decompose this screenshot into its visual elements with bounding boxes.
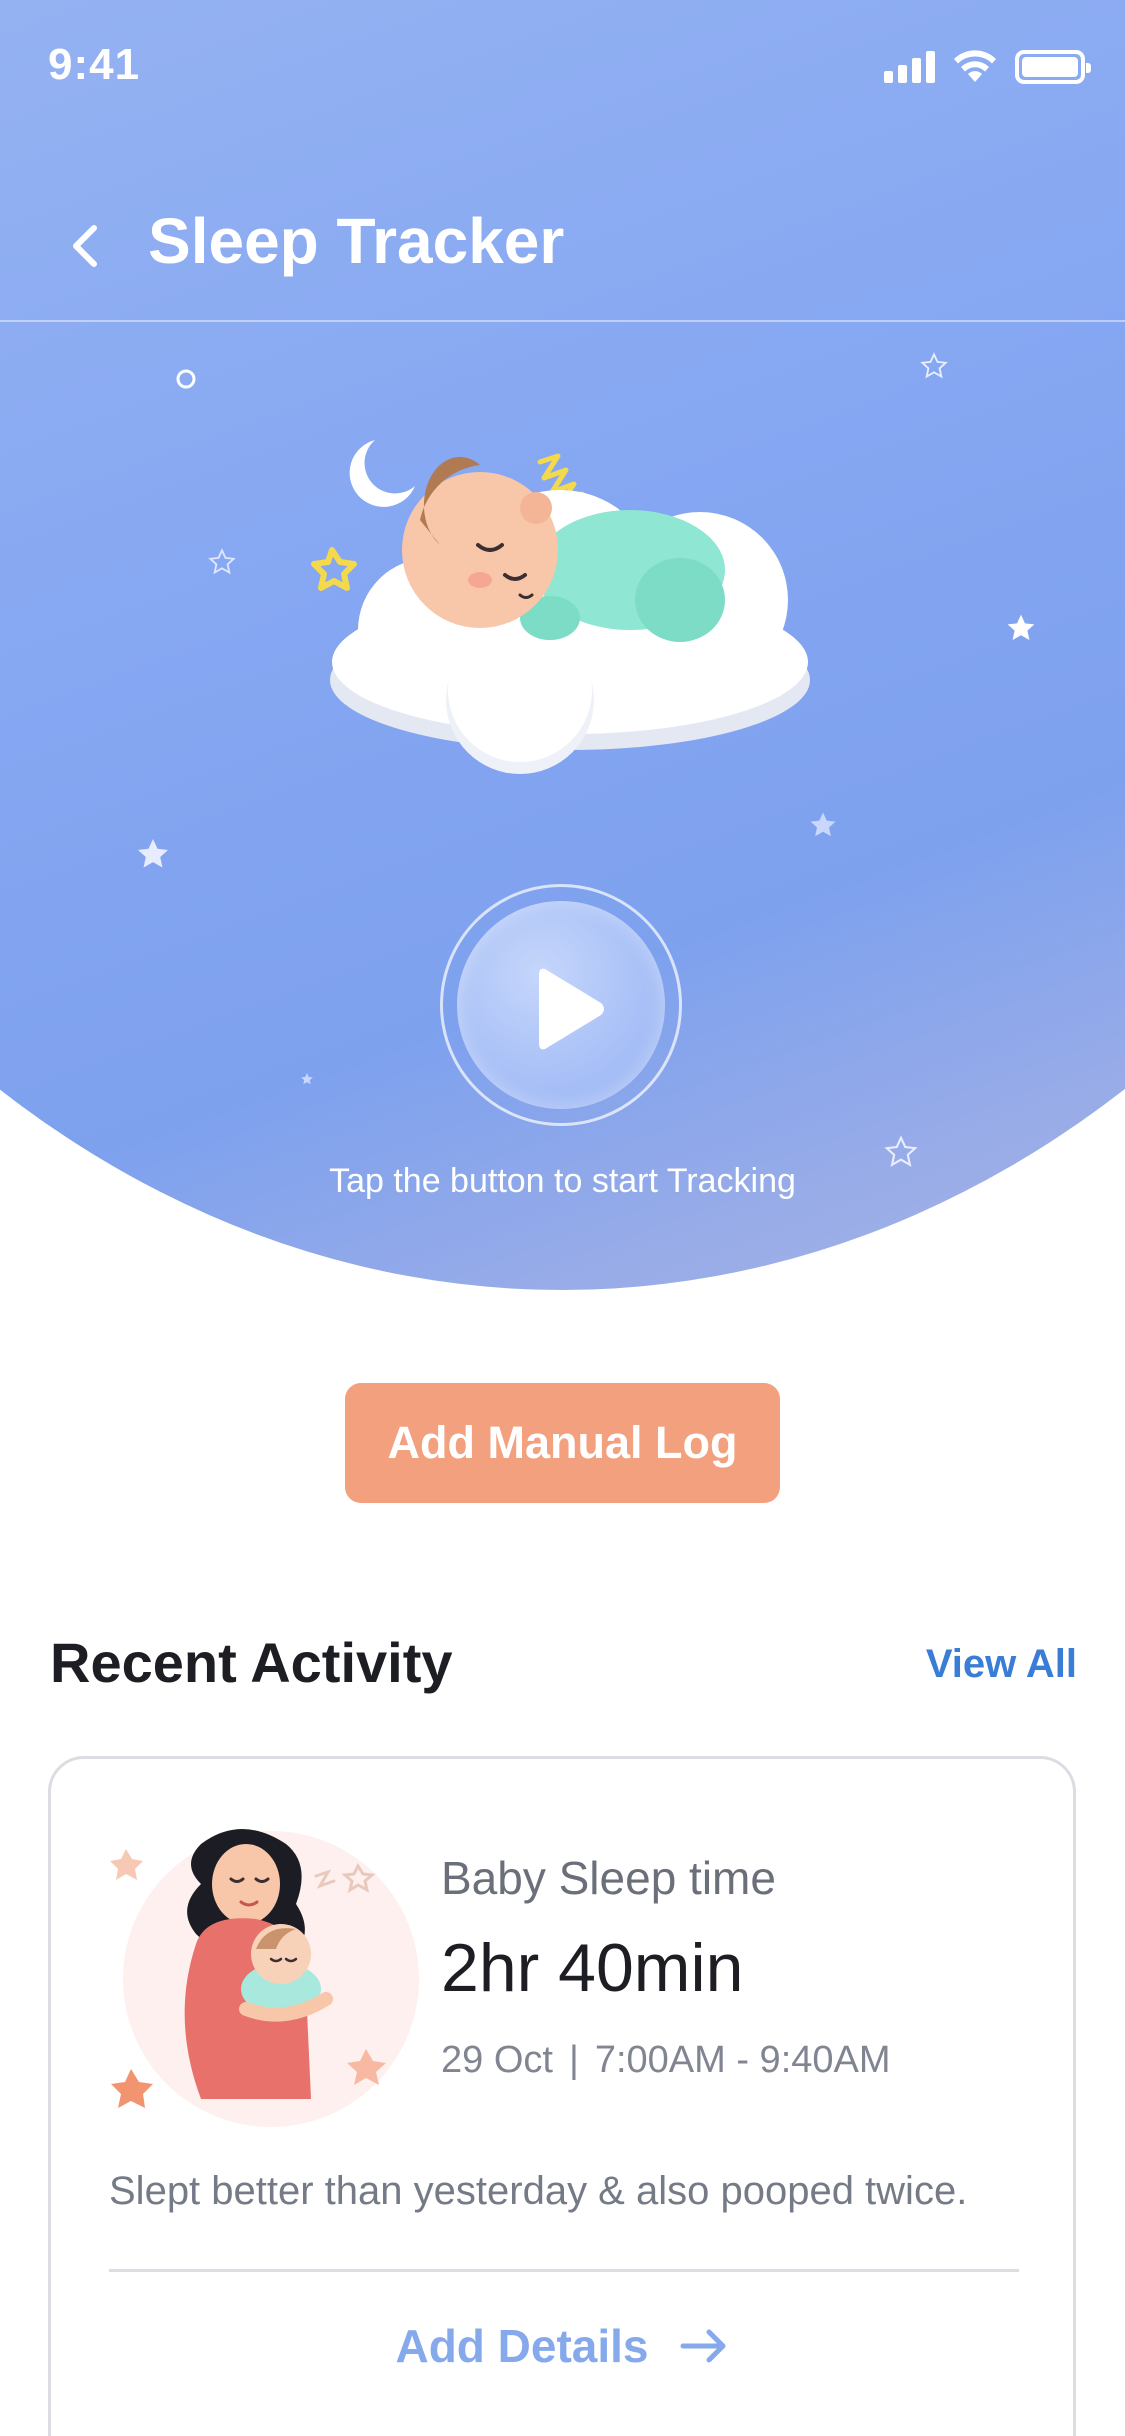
meta-separator: | bbox=[568, 2039, 579, 2081]
sleep-duration: 2hr 40min bbox=[441, 1930, 744, 2006]
mother-baby-illustration bbox=[110, 1829, 419, 2127]
tracking-hint: Tap the button to start Tracking bbox=[329, 1162, 796, 1200]
activity-meta: 29 Oct | 7:00AM - 9:40AM bbox=[441, 2039, 891, 2082]
view-all-link[interactable]: View All bbox=[926, 1642, 1077, 1687]
star-outline-icon bbox=[208, 548, 236, 575]
signal-icon bbox=[884, 51, 935, 83]
star-icon bbox=[138, 839, 168, 868]
start-tracking-button[interactable] bbox=[440, 884, 682, 1126]
activity-date: 29 Oct bbox=[441, 2039, 553, 2081]
add-manual-log-button[interactable]: Add Manual Log bbox=[345, 1383, 780, 1503]
status-bar: 9:41 bbox=[0, 0, 1125, 130]
recent-activity-title: Recent Activity bbox=[50, 1631, 453, 1694]
wifi-icon bbox=[954, 50, 996, 82]
star-outline-icon bbox=[176, 369, 196, 389]
add-details-label: Add Details bbox=[395, 2320, 649, 2372]
arrow-right-icon bbox=[680, 2329, 726, 2363]
sleeping-baby-illustration bbox=[311, 440, 810, 774]
page-title: Sleep Tracker bbox=[148, 205, 565, 277]
star-icon bbox=[810, 812, 836, 837]
star-outline-icon bbox=[920, 352, 948, 379]
activity-card[interactable]: Baby Sleep time 2hr 40min 29 Oct | 7:00AM … bbox=[48, 1756, 1076, 2436]
activity-time-range: 7:00AM - 9:40AM bbox=[594, 2039, 891, 2081]
status-time: 9:41 bbox=[48, 40, 141, 89]
play-icon bbox=[539, 968, 604, 1050]
back-chevron-icon[interactable] bbox=[60, 216, 110, 276]
activity-label: Baby Sleep time bbox=[441, 1852, 776, 1904]
battery-icon bbox=[1015, 50, 1091, 84]
star-icon bbox=[1007, 614, 1035, 640]
add-details-button[interactable]: Add Details bbox=[51, 2319, 1073, 2373]
card-divider bbox=[109, 2269, 1019, 2272]
nav-bar: Sleep Tracker bbox=[0, 180, 1125, 322]
star-icon bbox=[301, 1073, 313, 1085]
activity-note: Slept better than yesterday & also poope… bbox=[109, 2169, 968, 2213]
